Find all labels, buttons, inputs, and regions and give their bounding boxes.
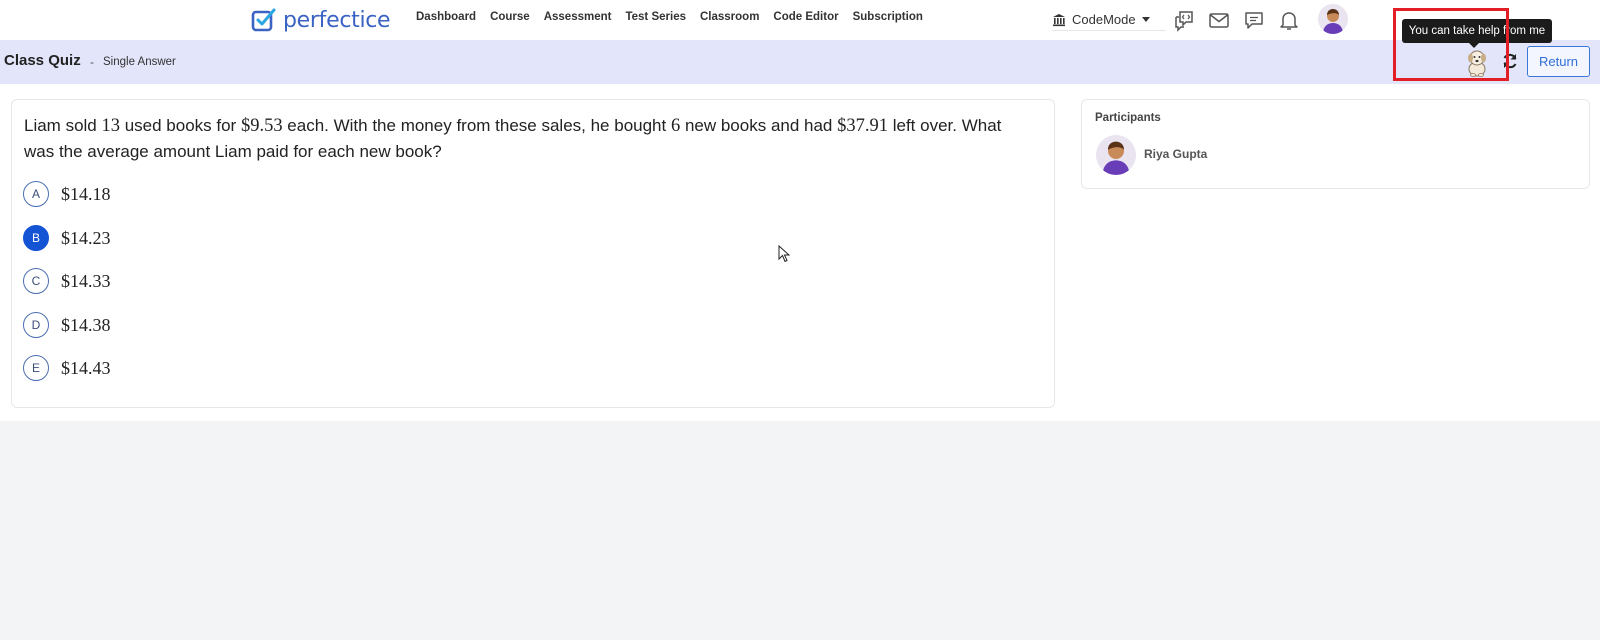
brand-logo[interactable]: perfectice xyxy=(251,6,391,34)
nav-subscription[interactable]: Subscription xyxy=(853,11,923,23)
highlight-annotation xyxy=(1393,8,1509,81)
institute-name: CodeMode xyxy=(1072,12,1136,27)
option-letter: D xyxy=(23,312,49,338)
mail-icon[interactable] xyxy=(1207,8,1231,32)
question-type: Single Answer xyxy=(103,56,176,68)
bank-icon xyxy=(1053,13,1065,26)
option-value: $14.23 xyxy=(61,227,111,248)
chevron-down-icon xyxy=(1141,17,1150,22)
person-avatar-icon xyxy=(1102,141,1130,175)
top-navbar: perfectice Dashboard Course Assessment T… xyxy=(0,0,1600,40)
nav-test-series[interactable]: Test Series xyxy=(625,11,686,23)
nav-assessment[interactable]: Assessment xyxy=(544,11,612,23)
option-value: $14.33 xyxy=(61,270,111,291)
nav-classroom[interactable]: Classroom xyxy=(700,11,759,23)
nav-code-editor[interactable]: Code Editor xyxy=(773,11,838,23)
option-d[interactable]: D $14.38 xyxy=(23,312,111,338)
title-separator: - xyxy=(90,55,94,69)
option-c[interactable]: C $14.33 xyxy=(23,268,111,294)
option-value: $14.43 xyxy=(61,357,111,378)
question-text: Liam sold 13 used books for $9.53 each. … xyxy=(24,116,1002,161)
option-letter: C xyxy=(23,268,49,294)
user-avatar[interactable] xyxy=(1318,4,1348,34)
quiz-header-bar xyxy=(0,40,1600,84)
logo-check-icon xyxy=(251,8,276,32)
nav-dashboard[interactable]: Dashboard xyxy=(416,11,476,23)
brand-name: perfectice xyxy=(283,7,391,33)
participant-avatar xyxy=(1096,135,1136,175)
participant-name: Riya Gupta xyxy=(1144,147,1208,161)
option-value: $14.18 xyxy=(61,183,111,204)
bell-icon[interactable] xyxy=(1277,8,1301,32)
return-button[interactable]: Return xyxy=(1527,46,1590,77)
option-e[interactable]: E $14.43 xyxy=(23,355,111,381)
nav-course[interactable]: Course xyxy=(490,11,530,23)
code-chat-icon[interactable] xyxy=(1172,8,1196,32)
mouse-cursor-icon xyxy=(778,245,790,263)
option-value: $14.38 xyxy=(61,314,111,335)
participants-label: Participants xyxy=(1095,112,1161,124)
institute-selector[interactable]: CodeMode xyxy=(1052,9,1166,31)
main-nav: Dashboard Course Assessment Test Series … xyxy=(416,11,937,23)
option-letter: E xyxy=(23,355,49,381)
chat-icon[interactable] xyxy=(1242,8,1266,32)
option-letter-selected: B xyxy=(23,225,49,251)
person-avatar-icon xyxy=(1323,9,1343,34)
quiz-title: Class Quiz xyxy=(4,52,81,69)
option-letter: A xyxy=(23,181,49,207)
option-b[interactable]: B $14.23 xyxy=(23,225,111,251)
option-a[interactable]: A $14.18 xyxy=(23,181,111,207)
